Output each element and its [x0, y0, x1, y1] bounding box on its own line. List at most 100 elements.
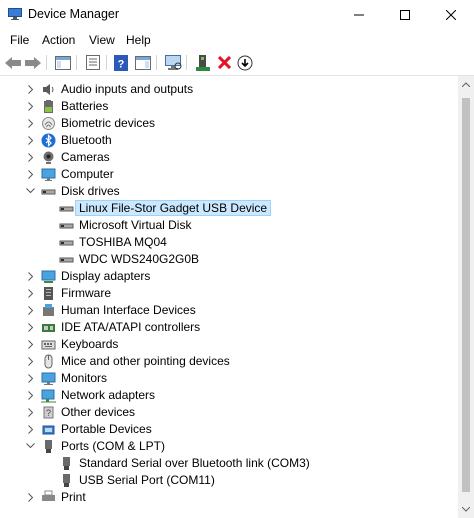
category-label: Computer: [61, 167, 114, 181]
category-label: Network adapters: [61, 388, 156, 402]
chevron-right-icon[interactable]: [26, 305, 35, 315]
tree-category[interactable]: Monitors: [0, 370, 458, 387]
minimize-button[interactable]: [336, 0, 382, 30]
chevron-right-icon[interactable]: [26, 271, 35, 281]
port-icon: [63, 474, 70, 487]
back-icon: [5, 56, 21, 69]
toolbar: ?: [0, 50, 474, 76]
chevron-right-icon[interactable]: [26, 492, 35, 502]
category-label: Other devices: [61, 405, 136, 419]
tree-category[interactable]: Firmware: [0, 285, 458, 302]
tree-device[interactable]: USB Serial Port (COM11): [0, 472, 458, 489]
window-title: Device Manager: [28, 7, 120, 21]
mouse-icon: [44, 354, 53, 369]
close-icon: [446, 10, 456, 20]
action-pane-icon: [135, 55, 151, 70]
tree-device[interactable]: Microsoft Virtual Disk: [0, 217, 458, 234]
tree-category[interactable]: Display adapters: [0, 268, 458, 285]
action-pane-button[interactable]: [134, 54, 152, 71]
other-devices-icon: ?: [43, 406, 54, 419]
chevron-right-icon[interactable]: [26, 169, 35, 179]
computer-icon: [41, 168, 56, 181]
chevron-down-icon[interactable]: [26, 186, 35, 196]
chevron-right-icon[interactable]: [26, 135, 35, 145]
portable-device-icon: [42, 425, 55, 435]
display-adapter-icon: [41, 270, 56, 283]
tree-category[interactable]: Batteries: [0, 98, 458, 115]
chevron-right-icon[interactable]: [26, 373, 35, 383]
chevron-right-icon[interactable]: [26, 322, 35, 332]
tree-device[interactable]: TOSHIBA MQ04: [0, 234, 458, 251]
chevron-right-icon[interactable]: [26, 339, 35, 349]
keyboard-icon: [41, 340, 56, 350]
maximize-button[interactable]: [382, 0, 428, 30]
category-label: Display adapters: [61, 269, 151, 283]
tree-device[interactable]: Standard Serial over Bluetooth link (COM…: [0, 455, 458, 472]
category-label: Bluetooth: [61, 133, 112, 147]
disable-device-button[interactable]: [236, 54, 254, 71]
port-icon: [45, 440, 52, 453]
chevron-right-icon[interactable]: [26, 101, 35, 111]
chevron-down-icon: [462, 507, 470, 512]
firmware-icon: [44, 287, 53, 300]
uninstall-icon: [217, 56, 231, 69]
disk-drive-icon: [41, 189, 56, 195]
back-button[interactable]: [4, 54, 22, 71]
menu-help[interactable]: Help: [126, 33, 151, 47]
device-label: WDC WDS240G2G0B: [79, 252, 200, 266]
tree-category[interactable]: IDE ATA/ATAPI controllers: [0, 319, 458, 336]
scan-hardware-icon: [164, 54, 181, 70]
tree-device[interactable]: Linux File-Stor Gadget USB Device: [0, 200, 458, 217]
tree-category[interactable]: Computer: [0, 166, 458, 183]
tree-category[interactable]: Keyboards: [0, 336, 458, 353]
scroll-down-arrow[interactable]: [458, 501, 474, 518]
close-button[interactable]: [428, 0, 474, 30]
show-hide-console-tree-button[interactable]: [54, 54, 72, 71]
forward-icon: [25, 56, 41, 69]
scrollbar-thumb[interactable]: [462, 98, 470, 492]
vertical-scrollbar[interactable]: [458, 76, 474, 518]
tree-category[interactable]: Audio inputs and outputs: [0, 81, 458, 98]
chevron-right-icon[interactable]: [26, 390, 35, 400]
maximize-icon: [400, 10, 410, 20]
chevron-right-icon[interactable]: [26, 356, 35, 366]
tree-category[interactable]: Bluetooth: [0, 132, 458, 149]
category-label: IDE ATA/ATAPI controllers: [61, 320, 201, 334]
properties-button[interactable]: [84, 54, 102, 71]
menu-action[interactable]: Action: [42, 33, 75, 47]
monitor-icon: [41, 372, 56, 385]
tree-category[interactable]: Ports (COM & LPT): [0, 438, 458, 455]
fingerprint-icon: [42, 117, 55, 130]
menu-file[interactable]: File: [10, 33, 29, 47]
chevron-right-icon[interactable]: [26, 118, 35, 128]
ide-controller-icon: [42, 324, 55, 332]
tree-category[interactable]: Human Interface Devices: [0, 302, 458, 319]
tree-device[interactable]: WDC WDS240G2G0B: [0, 251, 458, 268]
tree-category[interactable]: Biometric devices: [0, 115, 458, 132]
forward-button[interactable]: [24, 54, 42, 71]
help-button[interactable]: ?: [112, 54, 130, 71]
category-label: Disk drives: [61, 184, 120, 198]
tree-category[interactable]: Print: [0, 489, 458, 506]
chevron-right-icon[interactable]: [26, 152, 35, 162]
chevron-right-icon[interactable]: [26, 288, 35, 298]
tree-category[interactable]: Mice and other pointing devices: [0, 353, 458, 370]
camera-icon: [43, 151, 54, 164]
tree-category[interactable]: Portable Devices: [0, 421, 458, 438]
chevron-right-icon[interactable]: [26, 84, 35, 94]
battery-icon: [44, 100, 53, 113]
uninstall-button[interactable]: [215, 54, 233, 71]
tree-category[interactable]: Disk drives: [0, 183, 458, 200]
chevron-down-icon[interactable]: [26, 441, 35, 451]
tree-category[interactable]: ? Other devices: [0, 404, 458, 421]
update-driver-button[interactable]: [194, 54, 212, 71]
tree-category[interactable]: Cameras: [0, 149, 458, 166]
device-tree[interactable]: Audio inputs and outputs Batteries Biometr…: [0, 76, 458, 518]
menu-view[interactable]: View: [89, 33, 115, 47]
scroll-up-arrow[interactable]: [458, 76, 474, 93]
category-label: Print: [61, 490, 86, 504]
scan-hardware-button[interactable]: [164, 54, 182, 71]
chevron-right-icon[interactable]: [26, 407, 35, 417]
tree-category[interactable]: Network adapters: [0, 387, 458, 404]
chevron-right-icon[interactable]: [26, 424, 35, 434]
